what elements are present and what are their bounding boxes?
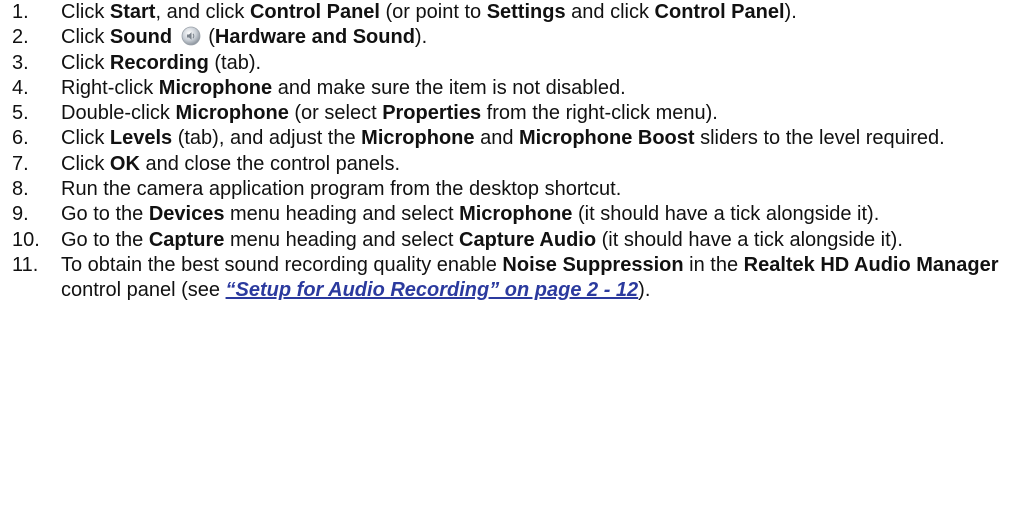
- ui-term: Settings: [486, 1, 566, 23]
- step-number: 7.: [12, 152, 29, 175]
- ui-term: Start: [109, 1, 156, 23]
- step-text-run: Run the camera application program from …: [61, 178, 622, 201]
- step-text-run: Click: [61, 127, 110, 150]
- step-text: Click Levels (tab), and adjust the Micro…: [61, 126, 1030, 151]
- step-text: Right-click Microphone and make sure the…: [61, 76, 1030, 101]
- step-number: 8.: [12, 178, 29, 201]
- sound-icon: [181, 26, 201, 46]
- step-text: Run the camera application program from …: [61, 177, 1030, 202]
- step-text-run: Right-click: [61, 76, 159, 99]
- step-number: 9.: [12, 203, 29, 226]
- step-text-run: and make sure the item is not disabled.: [272, 76, 626, 99]
- step-text-run: and: [474, 127, 519, 150]
- step-text: Double-click Microphone (or select Prope…: [61, 101, 1030, 126]
- step-text-run: (it should have a tick alongside it).: [572, 203, 880, 226]
- step-text-run: Click: [61, 1, 110, 23]
- step-text: Go to the Devices menu heading and selec…: [61, 202, 1030, 227]
- step-text-run: ).: [414, 26, 428, 49]
- step-text-run: Click: [61, 152, 110, 175]
- step-number: 10.: [12, 228, 40, 251]
- step-number: 2.: [12, 26, 29, 49]
- step-text-run: from the right-click menu).: [481, 102, 718, 125]
- step-text-run: Double-click: [61, 102, 176, 125]
- step-text-run: and close the control panels.: [139, 152, 401, 175]
- step-text-run: (tab).: [208, 51, 262, 74]
- ui-term: Capture Audio: [459, 228, 597, 251]
- ui-term: Capture: [148, 228, 225, 251]
- instruction-steps: 1. Click Start, and click Control Panel (…: [12, 0, 1030, 304]
- step-item: 1. Click Start, and click Control Panel (…: [12, 0, 1030, 25]
- ui-term: Sound: [109, 26, 173, 49]
- ui-term: Microphone Boost: [519, 127, 695, 150]
- step-number: 4.: [12, 76, 29, 99]
- step-number: 5.: [12, 102, 29, 125]
- ui-term: Recording: [109, 51, 209, 74]
- step-text-run: and click: [565, 1, 655, 23]
- step-number: 6.: [12, 127, 29, 150]
- step-item: 9. Go to the Devices menu heading and sel…: [12, 202, 1030, 227]
- step-text-run: (it should have a tick alongside it).: [596, 228, 903, 251]
- ui-term: Properties: [382, 102, 482, 125]
- step-item: 10. Go to the Capture menu heading and se…: [12, 228, 1030, 253]
- step-text-run: [172, 26, 178, 48]
- step-text-run: Go to the: [61, 228, 149, 251]
- step-text-run: menu heading and select: [224, 228, 460, 251]
- step-text: Go to the Capture menu heading and selec…: [61, 228, 1030, 253]
- step-number: 11.: [12, 253, 39, 276]
- step-text: Click Recording (tab).: [61, 51, 1030, 76]
- ui-term: Microphone: [175, 102, 289, 125]
- step-text-run: Click: [61, 26, 110, 49]
- step-text-run: in the: [683, 253, 744, 276]
- step-text-run: control panel (see: [61, 279, 226, 302]
- step-text-run: (: [202, 26, 215, 49]
- step-item: 4. Right-click Microphone and make sure t…: [12, 76, 1030, 101]
- step-text-run: sliders to the level required.: [694, 127, 945, 150]
- step-item: 6. Click Levels (tab), and adjust the Mic…: [12, 126, 1030, 151]
- ui-term: Devices: [148, 203, 225, 226]
- step-text: Click Sound (Hardware and Sound).: [61, 25, 1030, 50]
- step-number: 1.: [12, 1, 29, 23]
- step-text-run: To obtain the best sound recording quali…: [61, 253, 503, 276]
- ui-term: Microphone: [459, 203, 573, 226]
- step-item: 3. Click Recording (tab).: [12, 51, 1030, 76]
- step-text: Click Start, and click Control Panel (or…: [61, 0, 1030, 25]
- step-text-run: Click: [61, 51, 110, 74]
- step-item: 2. Click Sound (Hardware and Sound).: [12, 25, 1030, 50]
- ui-term: Noise Suppression: [502, 253, 684, 276]
- step-text-run: , and click: [155, 1, 250, 23]
- step-text-run: (or point to: [379, 1, 487, 23]
- step-item: 5. Double-click Microphone (or select Pro…: [12, 101, 1030, 126]
- ui-term: Realtek HD Audio Manager: [743, 253, 999, 276]
- step-text: To obtain the best sound recording quali…: [61, 253, 1030, 304]
- cross-reference-link[interactable]: “Setup for Audio Recording” on page 2 - …: [226, 279, 639, 301]
- ui-term: OK: [109, 152, 140, 175]
- step-number: 3.: [12, 51, 29, 74]
- step-text-run: ).: [784, 1, 797, 23]
- step-text-run: (or select: [288, 102, 383, 125]
- step-text-run: (tab), and adjust the: [172, 127, 362, 150]
- step-text-run: Go to the: [61, 203, 149, 226]
- step-text-run: ).: [638, 279, 651, 302]
- ui-term: Microphone: [361, 127, 475, 150]
- ui-term: Microphone: [158, 76, 273, 99]
- step-item: 7. Click OK and close the control panels.: [12, 152, 1030, 177]
- ui-term: Hardware and Sound: [214, 26, 415, 49]
- ui-term: Control Panel: [654, 1, 785, 23]
- step-text: Click OK and close the control panels.: [61, 152, 1030, 177]
- step-text-run: menu heading and select: [224, 203, 460, 226]
- ui-term: Control Panel: [249, 1, 380, 23]
- ui-term: Levels: [109, 127, 173, 150]
- step-item: 8. Run the camera application program fro…: [12, 177, 1030, 202]
- step-item: 11. To obtain the best sound recording qu…: [12, 253, 1030, 304]
